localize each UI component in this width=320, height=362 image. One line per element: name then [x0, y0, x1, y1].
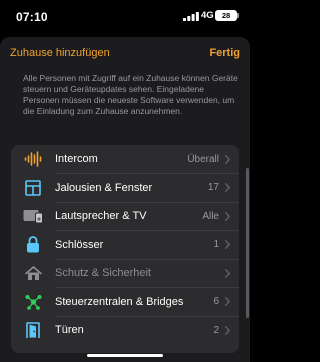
list-item-doors[interactable]: Türen 2	[11, 316, 239, 345]
chevron-right-icon	[225, 316, 239, 345]
list-item-speakers-tv[interactable]: Lautsprecher & TV Alle	[11, 202, 239, 231]
list-item-label: Schlösser	[55, 238, 104, 251]
list-item-label: Intercom	[55, 153, 98, 166]
list-item-locks[interactable]: Schlösser 1	[11, 231, 239, 260]
chevron-right-icon	[225, 145, 239, 174]
sheet-title: Zuhause hinzufügen	[10, 47, 110, 59]
list-item-label: Schutz & Sicherheit	[55, 267, 151, 280]
list-item-value: 2	[213, 324, 219, 336]
network-type: 4G	[201, 10, 214, 21]
chevron-right-icon	[225, 202, 239, 231]
accessory-category-list: Intercom Überall Jalousien & Fenster 17 …	[11, 145, 239, 353]
done-button[interactable]: Fertig	[209, 47, 240, 59]
list-item-value: 17	[207, 182, 219, 194]
scrollbar[interactable]	[246, 168, 249, 318]
list-item-value: Alle	[202, 210, 219, 222]
list-item-hubs-bridges[interactable]: Steuerzentralen & Bridges 6	[11, 288, 239, 317]
window-icon	[11, 174, 55, 203]
status-time: 07:10	[16, 10, 48, 24]
hub-icon	[11, 288, 55, 317]
list-item-value: 6	[213, 296, 219, 308]
list-item-safety-security[interactable]: Schutz & Sicherheit	[11, 259, 239, 288]
lock-icon	[11, 231, 55, 260]
cellular-signal-icon	[183, 12, 199, 21]
list-item-label: Lautsprecher & TV	[55, 210, 147, 223]
battery-level: 28	[221, 11, 231, 20]
house-shield-icon	[11, 259, 55, 288]
door-icon	[11, 316, 55, 345]
battery-icon: 28	[215, 10, 237, 21]
list-item-label: Steuerzentralen & Bridges	[55, 295, 184, 308]
chevron-right-icon	[225, 259, 239, 288]
list-item-value: 1	[213, 239, 219, 251]
intercom-waveform-icon	[11, 145, 55, 174]
screen: 07:10 4G 28 Zuhause hinzufügen Fertig Al…	[0, 0, 250, 362]
battery-tip	[237, 13, 239, 18]
speaker-tv-icon	[11, 202, 55, 231]
list-item-blinds-windows[interactable]: Jalousien & Fenster 17	[11, 174, 239, 203]
chevron-right-icon	[225, 288, 239, 317]
chevron-right-icon	[225, 174, 239, 203]
home-indicator[interactable]	[87, 354, 163, 357]
chevron-right-icon	[225, 231, 239, 260]
list-item-value: Überall	[187, 153, 219, 165]
list-item-label: Jalousien & Fenster	[55, 181, 153, 194]
list-item-label: Türen	[55, 324, 84, 337]
sheet-description: Alle Personen mit Zugriff auf ein Zuhaus…	[23, 73, 238, 116]
add-home-sheet: Zuhause hinzufügen Fertig Alle Personen …	[0, 37, 250, 362]
list-item-intercom[interactable]: Intercom Überall	[11, 145, 239, 174]
status-bar: 07:10 4G 28	[0, 0, 250, 34]
